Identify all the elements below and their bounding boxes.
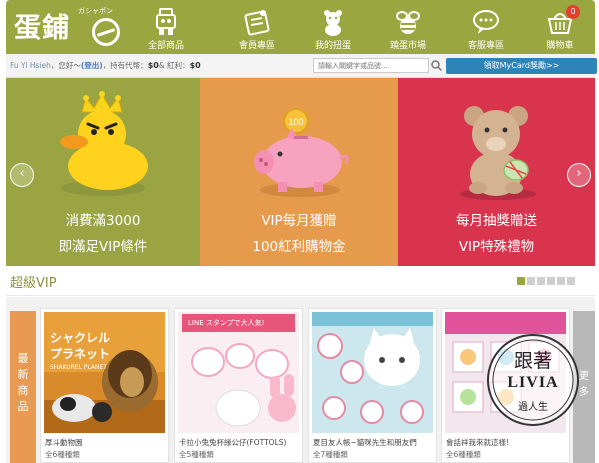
chevron-left-icon[interactable]: ‹ bbox=[10, 163, 34, 187]
product-count: 全5種種類 bbox=[179, 450, 214, 459]
banner-line1: VIP每月獲贈 bbox=[261, 213, 337, 229]
user-info-bar: Fu Yi Hsieh，您好～(登出)，持有代幣：$0& 紅利：$0 領取MyC… bbox=[6, 54, 597, 78]
user-status: Fu Yi Hsieh，您好～(登出)，持有代幣：$0& 紅利：$0 bbox=[10, 60, 201, 71]
nav-all-products[interactable]: 全部商品 bbox=[134, 0, 198, 54]
greeting-text: ，您好～ bbox=[50, 61, 81, 70]
teddy-gift-icon bbox=[460, 106, 536, 200]
banner-line1: 每月抽獎贈送 bbox=[456, 213, 537, 229]
pager-dot[interactable] bbox=[557, 277, 565, 285]
banner-line2: 即滿足VIP條件 bbox=[58, 239, 148, 255]
teddy-bear-icon bbox=[324, 10, 342, 36]
section-title: 超級VIP bbox=[10, 276, 57, 291]
product-name: 夏目友人帳~貓咪先生和朋友們 bbox=[313, 438, 417, 447]
vip-banner-carousel: 消費滿3000 即滿足VIP條件 100 VIP每月獲贈 100紅利購物金 每月… bbox=[6, 78, 595, 266]
product-banner-text: LINE スタンプで大人気! bbox=[188, 319, 265, 327]
gashapon-ball-icon bbox=[92, 18, 120, 46]
product-count: 全6種種類 bbox=[446, 450, 481, 459]
banner-line2: VIP特殊禮物 bbox=[458, 239, 535, 255]
pager-dot[interactable] bbox=[537, 277, 545, 285]
super-vip-bar: 超級VIP bbox=[6, 266, 595, 296]
gashapon-robot-icon bbox=[156, 8, 176, 35]
logout-link[interactable]: (登出) bbox=[81, 61, 103, 70]
product-image bbox=[312, 312, 433, 433]
product-name: 會話祥我來就這樣! bbox=[446, 438, 510, 447]
bonus-label: & 紅利： bbox=[158, 61, 190, 70]
pager-dot[interactable] bbox=[547, 277, 555, 285]
latest-products-label: 最新商品 bbox=[17, 352, 29, 413]
watermark-line2: LIVIA bbox=[507, 374, 559, 391]
site-logo[interactable]: 蛋鋪 ガシャポン bbox=[14, 4, 129, 50]
product-card[interactable]: 夏目友人帳~貓咪先生和朋友們 全7種種類 bbox=[308, 308, 437, 463]
product-image: シャクレル プラネット SHAKUREL PLANET bbox=[44, 312, 165, 433]
logo-text: 蛋鋪 bbox=[14, 13, 70, 44]
banner-panel-monthly-lottery[interactable]: 每月抽獎贈送 VIP特殊禮物 bbox=[398, 78, 595, 266]
product-count: 全7種種類 bbox=[313, 450, 348, 459]
nav-label: 全部商品 bbox=[147, 41, 184, 51]
watermark-line3: 過人生 bbox=[518, 402, 548, 413]
top-nav-bar: 蛋鋪 ガシャポン 全部商品 會員專區 我的扭蛋 蹺蛋市場 客服專區 購物車 0 bbox=[6, 0, 595, 54]
search-input[interactable] bbox=[313, 58, 429, 73]
pager-dot[interactable] bbox=[517, 277, 525, 285]
points-value: $0 bbox=[147, 61, 159, 70]
latest-products-tab: 最新商品 bbox=[10, 311, 36, 463]
mycard-reward-button[interactable]: 領取MyCard獎勵>> bbox=[446, 58, 597, 74]
bee-icon bbox=[396, 11, 420, 34]
nav-label: 客服專區 bbox=[467, 41, 504, 51]
pager-dot[interactable] bbox=[567, 277, 575, 285]
banner-line1: 消費滿3000 bbox=[65, 213, 141, 229]
nav-label: 蹺蛋市場 bbox=[389, 41, 426, 51]
product-card[interactable]: シャクレル プラネット SHAKUREL PLANET 厚斗動物園 全6種種類 bbox=[40, 308, 169, 463]
banner-panel-art: 100 bbox=[254, 108, 349, 197]
banner-line2: 100紅利購物金 bbox=[252, 239, 346, 255]
product-image: LINE スタンプで大人気! bbox=[178, 312, 299, 433]
member-card-icon bbox=[244, 10, 270, 36]
product-banner-sub: SHAKUREL PLANET bbox=[50, 364, 107, 371]
banner-panel-monthly-bonus[interactable]: 100 VIP每月獲贈 100紅利購物金 bbox=[200, 78, 398, 266]
user-name: Fu Yi Hsieh bbox=[10, 61, 51, 70]
product-count: 全6種種類 bbox=[45, 450, 80, 459]
watermark-line1: 跟著 bbox=[513, 350, 552, 372]
product-name: 卡拉小兔兔杯緣公仔(FOTTOLS) bbox=[179, 438, 287, 447]
product-banner-text: シャクレル プラネット bbox=[50, 331, 111, 361]
nav-label: 購物車 bbox=[546, 41, 574, 51]
carousel-pager bbox=[517, 277, 577, 296]
nav-member-area[interactable]: 會員專區 bbox=[225, 0, 289, 54]
banner-panel-spend[interactable]: 消費滿3000 即滿足VIP條件 bbox=[6, 78, 200, 266]
search-icon[interactable] bbox=[430, 58, 443, 73]
chat-bubble-icon bbox=[473, 10, 499, 34]
nav-label: 會員專區 bbox=[238, 41, 275, 51]
nav-my-gashapon[interactable]: 我的扭蛋 bbox=[301, 0, 365, 54]
product-name: 厚斗動物園 bbox=[45, 438, 83, 447]
bonus-value: $0 bbox=[189, 61, 201, 70]
crowned-duck-icon bbox=[60, 91, 148, 196]
product-card[interactable]: LINE スタンプで大人気! 卡拉小兔兔杯緣公仔(FOTTOLS) 全5種種類 bbox=[174, 308, 303, 463]
nav-customer-service[interactable]: 客服專區 bbox=[454, 0, 518, 54]
points-label: ，持有代幣： bbox=[102, 61, 148, 70]
logo-kana: ガシャポン bbox=[78, 7, 113, 15]
nav-market[interactable]: 蹺蛋市場 bbox=[376, 0, 440, 54]
blog-watermark: 跟著 LIVIA 過人生 bbox=[483, 330, 583, 430]
coin-text: 100 bbox=[288, 117, 303, 127]
nav-label: 我的扭蛋 bbox=[314, 41, 351, 51]
chevron-right-icon[interactable]: › bbox=[567, 163, 591, 187]
pager-dot[interactable] bbox=[527, 277, 535, 285]
nav-shopping-cart[interactable]: 購物車 0 bbox=[528, 0, 592, 54]
cart-count-badge: 0 bbox=[566, 5, 580, 19]
